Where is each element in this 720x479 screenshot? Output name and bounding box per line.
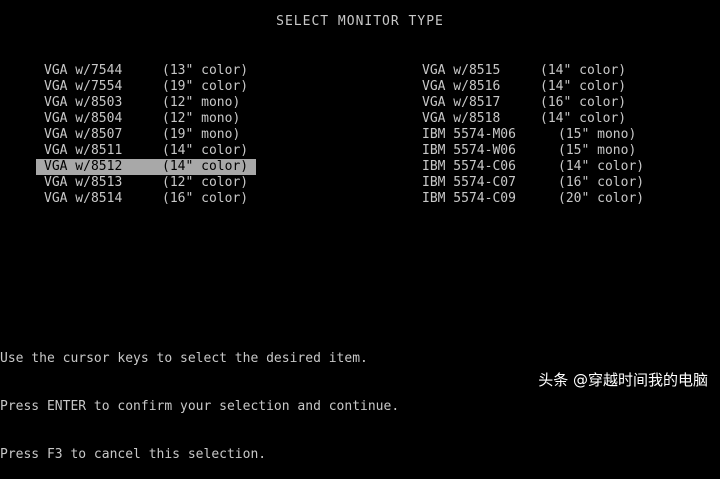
monitor-spec: (12" mono)	[162, 95, 241, 110]
help-text: Use the cursor keys to select the desire…	[0, 319, 399, 479]
monitor-name: VGA w/8511	[44, 143, 123, 158]
monitor-option[interactable]: VGA w/8515 (14" color)	[414, 63, 652, 79]
monitor-spec: (20" color)	[558, 191, 645, 206]
monitor-name: VGA w/8513	[44, 175, 123, 190]
monitor-spec: (14" color)	[540, 111, 627, 126]
monitor-option[interactable]: VGA w/8514 (16" color)	[36, 191, 256, 207]
help-line: Use the cursor keys to select the desire…	[0, 351, 368, 366]
monitor-name: VGA w/8507	[44, 127, 123, 142]
monitor-name: VGA w/8517	[422, 95, 501, 110]
monitor-name: IBM 5574-M06	[422, 127, 516, 142]
monitor-name: VGA w/7544	[44, 63, 123, 78]
monitor-option[interactable]: VGA w/8511 (14" color)	[36, 143, 256, 159]
monitor-option-selected[interactable]: VGA w/8512 (14" color)	[36, 159, 257, 175]
monitor-spec: (15" mono)	[558, 143, 637, 158]
monitor-spec: (16" color)	[540, 95, 627, 110]
monitor-option[interactable]: VGA w/8504 (12" mono)	[36, 111, 256, 127]
monitor-spec: (12" mono)	[162, 111, 241, 126]
monitor-spec: (14" color)	[540, 63, 627, 78]
monitor-spec: (19" mono)	[162, 127, 241, 142]
monitor-option[interactable]: VGA w/7554 (19" color)	[36, 79, 256, 95]
monitor-name: IBM 5574-C06	[422, 159, 516, 174]
monitor-name: IBM 5574-C07	[422, 175, 516, 190]
monitor-name: VGA w/8514	[44, 191, 123, 206]
monitor-spec: (14" color)	[162, 143, 249, 158]
monitor-spec: (16" color)	[558, 175, 645, 190]
monitor-list-left: VGA w/7544 (13" color) VGA w/7554 (19" col…	[36, 63, 257, 207]
monitor-list-right: VGA w/8515 (14" color) VGA w/8516 (14" col…	[414, 63, 652, 207]
monitor-spec: (13" color)	[162, 63, 249, 78]
monitor-option[interactable]: VGA w/8507 (19" mono)	[36, 127, 256, 143]
monitor-name: VGA w/8516	[422, 79, 501, 94]
monitor-name: VGA w/7554	[44, 79, 123, 94]
monitor-spec: (14" color)	[558, 159, 645, 174]
monitor-name: IBM 5574-C09	[422, 191, 516, 206]
monitor-name: VGA w/8504	[44, 111, 123, 126]
monitor-option[interactable]: VGA w/7544 (13" color)	[36, 63, 256, 79]
monitor-spec: (12" color)	[162, 175, 249, 190]
monitor-spec: (19" color)	[162, 79, 249, 94]
monitor-option[interactable]: IBM 5574-C07 (16" color)	[414, 175, 652, 191]
monitor-option[interactable]: IBM 5574-M06 (15" mono)	[414, 127, 652, 143]
monitor-option[interactable]: VGA w/8516 (14" color)	[414, 79, 652, 95]
monitor-name: VGA w/8518	[422, 111, 501, 126]
screen-title: SELECT MONITOR TYPE	[276, 14, 444, 29]
monitor-spec: (14" color)	[540, 79, 627, 94]
monitor-option[interactable]: VGA w/8518 (14" color)	[414, 111, 652, 127]
monitor-spec: (14" color)	[162, 159, 249, 174]
monitor-name: VGA w/8512	[44, 159, 123, 174]
monitor-name: VGA w/8515	[422, 63, 501, 78]
watermark: 头条 @穿越时间我的电脑	[538, 371, 708, 389]
help-line: Press ENTER to confirm your selection an…	[0, 399, 400, 414]
monitor-spec: (15" mono)	[558, 127, 637, 142]
monitor-name: VGA w/8503	[44, 95, 123, 110]
help-line: Press F3 to cancel this selection.	[0, 447, 267, 462]
monitor-name: IBM 5574-W06	[422, 143, 516, 158]
monitor-option[interactable]: IBM 5574-C09 (20" color)	[414, 191, 652, 207]
monitor-option[interactable]: VGA w/8503 (12" mono)	[36, 95, 256, 111]
monitor-option[interactable]: VGA w/8513 (12" color)	[36, 175, 256, 191]
monitor-option[interactable]: IBM 5574-W06 (15" mono)	[414, 143, 652, 159]
monitor-option[interactable]: IBM 5574-C06 (14" color)	[414, 159, 652, 175]
monitor-option[interactable]: VGA w/8517 (16" color)	[414, 95, 652, 111]
monitor-spec: (16" color)	[162, 191, 249, 206]
